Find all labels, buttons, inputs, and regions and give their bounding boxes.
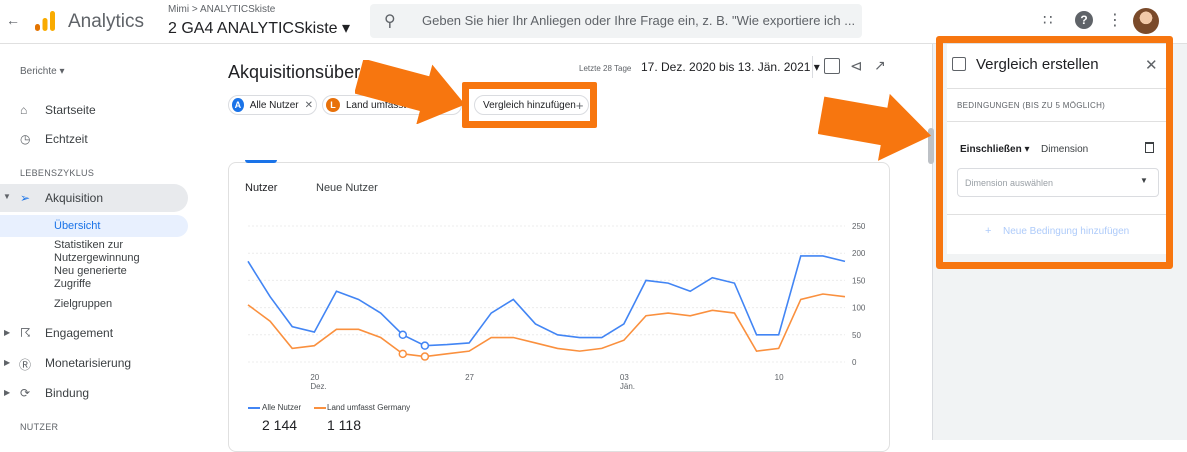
app-name: Analytics xyxy=(68,11,145,32)
highlight-frame-add-comparison xyxy=(462,82,597,128)
series-line-germany xyxy=(247,293,846,358)
x-tick-label: 20 xyxy=(310,373,319,382)
y-tick-label: 100 xyxy=(852,304,866,313)
y-tick-label: 200 xyxy=(852,249,866,258)
total-germany: 1 118 xyxy=(327,417,361,433)
comparison-chip-all-users[interactable]: A Alle Nutzer ✕ xyxy=(228,95,317,115)
analytics-logo[interactable] xyxy=(34,10,56,32)
dollar-icon: Ⓡ xyxy=(19,358,32,372)
search-bar[interactable]: ⚲ Geben Sie hier Ihr Anliegen oder Ihre … xyxy=(370,4,862,38)
x-tick-label: 03 xyxy=(620,373,629,382)
page-title: Akquisitionsübers xyxy=(228,62,370,82)
sidebar-subitem-zielgruppen[interactable]: Zielgruppen xyxy=(54,298,112,310)
x-tick-label: 10 xyxy=(775,373,784,382)
data-point-marker xyxy=(420,352,430,361)
apps-grid-icon[interactable]: ∷ xyxy=(1043,11,1053,29)
sidebar-item-startseite[interactable]: Startseite xyxy=(45,103,96,117)
chevron-right-icon[interactable]: ▶ xyxy=(4,328,10,337)
data-point-marker xyxy=(398,330,408,340)
insights-icon[interactable]: ↗ xyxy=(874,57,886,74)
y-tick-label: 150 xyxy=(852,276,866,285)
sidebar-subitem-neu-generiert-line2[interactable]: Zugriffe xyxy=(54,278,91,290)
tab-neue-nutzer[interactable]: Neue Nutzer xyxy=(316,182,378,194)
data-point-marker xyxy=(420,341,430,350)
y-tick-label: 50 xyxy=(852,331,861,340)
search-input[interactable]: Geben Sie hier Ihr Anliegen oder Ihre Fr… xyxy=(422,13,855,28)
chip-label: Alle Nutzer xyxy=(249,99,299,111)
chevron-right-icon[interactable]: ▶ xyxy=(4,388,10,397)
sidebar-item-echtzeit[interactable]: Echtzeit xyxy=(45,132,88,146)
sidebar-item-engagement[interactable]: Engagement xyxy=(45,326,113,340)
legend-swatch-germany xyxy=(314,407,326,409)
home-icon: ⌂ xyxy=(20,103,28,117)
chip-badge: L xyxy=(326,98,340,112)
close-icon[interactable]: ✕ xyxy=(305,100,313,111)
highlight-arrow-left xyxy=(355,60,466,124)
legend-label-all-users: Alle Nutzer xyxy=(262,403,302,412)
toolbar-divider xyxy=(812,56,813,78)
y-tick-label: 0 xyxy=(852,358,857,367)
search-icon: ⚲ xyxy=(384,13,396,30)
sidebar-subitem-statistiken-line2[interactable]: Nutzergewinnung xyxy=(54,252,140,264)
section-heading-lifecycle: LEBENSZYKLUS xyxy=(20,168,95,178)
x-tick-sublabel: Dez. xyxy=(310,382,326,391)
sidebar-subitem-label: Übersicht xyxy=(54,220,101,232)
acquisition-icon: ➢ xyxy=(20,191,31,205)
data-point-marker xyxy=(398,349,408,359)
property-selector[interactable]: 2 GA4 ANALYTICSkiste ▾ xyxy=(168,18,350,38)
highlight-frame-panel xyxy=(936,36,1173,269)
sidebar-item-bindung[interactable]: Bindung xyxy=(45,386,89,400)
sidebar: Berichte ▾ ⌂ Startseite ◷ Echtzeit LEBEN… xyxy=(0,45,200,440)
legend-label-germany: Land umfasst Germany xyxy=(327,403,411,412)
retention-icon: ⟳ xyxy=(20,386,31,400)
sidebar-item-monetarisierung[interactable]: Monetarisierung xyxy=(45,356,131,370)
total-all-users: 2 144 xyxy=(262,417,298,433)
tab-nutzer[interactable]: Nutzer xyxy=(245,182,277,194)
chip-badge: A xyxy=(232,98,244,112)
section-heading-users: NUTZER xyxy=(20,422,59,432)
date-range-picker[interactable]: 17. Dez. 2020 bis 13. Jän. 2021 ▾ xyxy=(641,60,820,74)
help-icon[interactable]: ? xyxy=(1075,11,1093,29)
customize-report-icon[interactable] xyxy=(824,58,840,74)
x-tick-label: 27 xyxy=(465,373,474,382)
engagement-icon: ☈ xyxy=(20,326,31,340)
share-icon[interactable]: ⊲ xyxy=(850,57,863,75)
avatar[interactable] xyxy=(1133,8,1159,34)
account-breadcrumb[interactable]: Mimi > ANALYTICSkiste xyxy=(168,4,275,15)
legend-swatch-all-users xyxy=(248,407,260,409)
chevron-down-icon[interactable]: ▼ xyxy=(3,192,11,201)
sidebar-item-label: Akquisition xyxy=(45,191,104,205)
more-vert-icon[interactable]: ⋮ xyxy=(1107,10,1123,30)
highlight-arrow-right xyxy=(818,93,932,161)
date-range-label: Letzte 28 Tage xyxy=(579,64,632,73)
x-tick-sublabel: Jän. xyxy=(620,382,635,391)
chevron-right-icon[interactable]: ▶ xyxy=(4,358,10,367)
clock-icon: ◷ xyxy=(20,132,31,146)
reports-menu[interactable]: Berichte ▾ xyxy=(20,66,64,77)
sidebar-subitem-statistiken[interactable]: Statistiken zur xyxy=(54,239,123,251)
y-tick-label: 250 xyxy=(852,222,866,231)
arrow-back-icon[interactable]: ← xyxy=(6,12,20,28)
sidebar-subitem-neu-generiert[interactable]: Neu generierte xyxy=(54,265,127,277)
series-line-all-users xyxy=(247,255,846,347)
tab-active-indicator xyxy=(245,160,277,163)
